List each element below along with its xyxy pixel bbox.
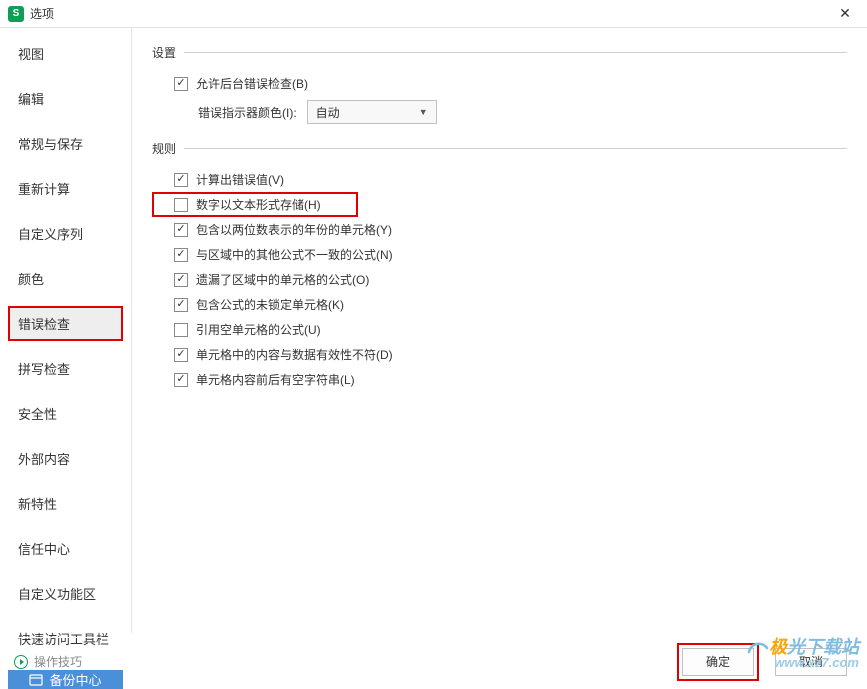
- rule-row-6: 引用空单元格的公式(U): [152, 317, 847, 342]
- sidebar-item-external-content[interactable]: 外部内容: [8, 441, 123, 476]
- enable-bg-check-checkbox[interactable]: [174, 77, 188, 91]
- sidebar-item-customize-ribbon[interactable]: 自定义功能区: [8, 576, 123, 611]
- enable-bg-check-label: 允许后台错误检查(B): [196, 75, 308, 92]
- divider: [184, 52, 847, 53]
- indicator-color-row: 错误指示器颜色(I): 自动 ▼: [152, 96, 847, 128]
- rule-checkbox-inconsistent-formula[interactable]: [174, 248, 188, 262]
- dialog-title: 选项: [30, 5, 54, 22]
- rule-row-1-highlighted: 数字以文本形式存储(H): [152, 192, 358, 217]
- rule-label: 引用空单元格的公式(U): [196, 321, 321, 338]
- content-panel: 设置 允许后台错误检查(B) 错误指示器颜色(I): 自动 ▼ 规则: [132, 28, 867, 633]
- sidebar-item-error-checking[interactable]: 错误检查: [8, 306, 123, 341]
- dropdown-value: 自动: [316, 104, 340, 121]
- rule-label: 计算出错误值(V): [196, 171, 284, 188]
- ok-button-highlight: 确定: [677, 643, 759, 681]
- footer-buttons: 确定 取消: [677, 643, 847, 681]
- rule-label: 包含以两位数表示的年份的单元格(Y): [196, 221, 392, 238]
- indicator-color-dropdown[interactable]: 自动 ▼: [307, 100, 437, 124]
- sidebar-item-new-features[interactable]: 新特性: [8, 486, 123, 521]
- rule-checkbox-omit-cells[interactable]: [174, 273, 188, 287]
- rule-row-7: 单元格中的内容与数据有效性不符(D): [152, 342, 847, 367]
- titlebar-left: S 选项: [8, 5, 54, 22]
- close-icon[interactable]: ✕: [831, 0, 859, 28]
- rules-title: 规则: [152, 140, 176, 157]
- rule-label: 遗漏了区域中的单元格的公式(O): [196, 271, 369, 288]
- sidebar-item-color[interactable]: 颜色: [8, 261, 123, 296]
- rule-label: 单元格内容前后有空字符串(L): [196, 371, 355, 388]
- rule-row-8: 单元格内容前后有空字符串(L): [152, 367, 847, 392]
- rule-row-0: 计算出错误值(V): [152, 167, 847, 192]
- rule-checkbox-empty-cell-ref[interactable]: [174, 323, 188, 337]
- sidebar-item-trust-center[interactable]: 信任中心: [8, 531, 123, 566]
- cancel-button[interactable]: 取消: [775, 648, 847, 676]
- indicator-color-label: 错误指示器颜色(I):: [198, 104, 297, 121]
- settings-title: 设置: [152, 44, 176, 61]
- sidebar-items: 视图 编辑 常规与保存 重新计算 自定义序列 颜色 错误检查 拼写检查 安全性 …: [8, 36, 123, 666]
- dialog-body: 视图 编辑 常规与保存 重新计算 自定义序列 颜色 错误检查 拼写检查 安全性 …: [0, 28, 867, 633]
- ok-button[interactable]: 确定: [682, 648, 754, 676]
- rules-header: 规则: [152, 140, 847, 157]
- rule-row-5: 包含公式的未锁定单元格(K): [152, 292, 847, 317]
- play-circle-icon: [14, 655, 28, 669]
- rule-row-4: 遗漏了区域中的单元格的公式(O): [152, 267, 847, 292]
- rule-label: 数字以文本形式存储(H): [196, 196, 321, 213]
- divider: [184, 148, 847, 149]
- sidebar: 视图 编辑 常规与保存 重新计算 自定义序列 颜色 错误检查 拼写检查 安全性 …: [0, 28, 132, 633]
- rule-checkbox-trailing-spaces[interactable]: [174, 373, 188, 387]
- rules-section: 规则 计算出错误值(V) 数字以文本形式存储(H) 包含以两位数表示的年份的单元…: [152, 140, 847, 392]
- dialog-footer: 操作技巧 确定 取消: [0, 637, 867, 685]
- sidebar-item-general-save[interactable]: 常规与保存: [8, 126, 123, 161]
- rule-checkbox-data-validation[interactable]: [174, 348, 188, 362]
- settings-header: 设置: [152, 44, 847, 61]
- tips-link[interactable]: 操作技巧: [14, 653, 82, 670]
- rule-label: 单元格中的内容与数据有效性不符(D): [196, 346, 393, 363]
- rule-checkbox-number-as-text[interactable]: [174, 198, 188, 212]
- app-icon: S: [8, 6, 24, 22]
- sidebar-item-spell-check[interactable]: 拼写检查: [8, 351, 123, 386]
- enable-bg-check-row: 允许后台错误检查(B): [152, 71, 847, 96]
- rule-row-2: 包含以两位数表示的年份的单元格(Y): [152, 217, 847, 242]
- sidebar-item-edit[interactable]: 编辑: [8, 81, 123, 116]
- rule-row-3: 与区域中的其他公式不一致的公式(N): [152, 242, 847, 267]
- rule-checkbox-unlocked-formula[interactable]: [174, 298, 188, 312]
- titlebar: S 选项 ✕: [0, 0, 867, 28]
- sidebar-item-custom-lists[interactable]: 自定义序列: [8, 216, 123, 251]
- rule-checkbox-two-digit-year[interactable]: [174, 223, 188, 237]
- rule-label: 与区域中的其他公式不一致的公式(N): [196, 246, 393, 263]
- rule-checkbox-calc-error[interactable]: [174, 173, 188, 187]
- sidebar-item-recalculate[interactable]: 重新计算: [8, 171, 123, 206]
- sidebar-item-view[interactable]: 视图: [8, 36, 123, 71]
- settings-section: 设置 允许后台错误检查(B) 错误指示器颜色(I): 自动 ▼: [152, 44, 847, 128]
- sidebar-item-security[interactable]: 安全性: [8, 396, 123, 431]
- rule-label: 包含公式的未锁定单元格(K): [196, 296, 344, 313]
- chevron-down-icon: ▼: [419, 107, 428, 117]
- tips-label: 操作技巧: [34, 653, 82, 670]
